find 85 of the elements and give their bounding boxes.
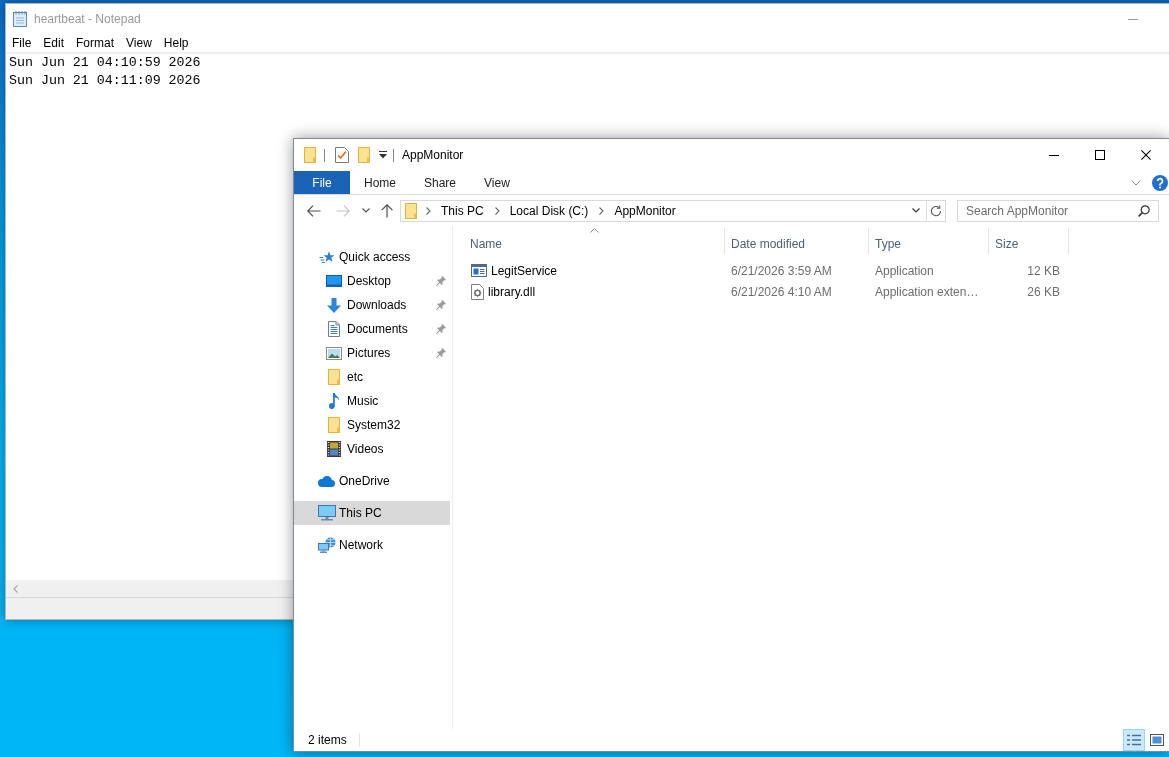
picture-icon — [326, 346, 342, 360]
nav-item[interactable]: Documents — [294, 317, 450, 341]
right-arrow-icon — [336, 204, 350, 217]
pin-icon[interactable] — [436, 276, 446, 286]
file-name[interactable]: library.dll — [488, 284, 536, 299]
ribbon-tab[interactable]: Home — [350, 171, 410, 194]
chevron-down-icon — [362, 208, 370, 213]
file-name[interactable]: LegitService — [491, 263, 558, 278]
refresh-icon — [930, 204, 942, 217]
details-view-button[interactable] — [1123, 729, 1145, 751]
address-bar[interactable]: This PC Local Disk (C:) AppMonitor — [400, 199, 946, 222]
file-type-text: Application exten… — [875, 284, 979, 299]
file-type-text: Application — [875, 263, 934, 278]
nav-item[interactable]: Quick access — [294, 245, 450, 269]
gear-document-icon — [471, 283, 484, 300]
text-editor[interactable]: Sun Jun 21 04:10:59 2026 Sun Jun 21 04:11:09 2026 — [6, 54, 1169, 138]
chevron-left-icon — [13, 584, 18, 593]
item-count: 2 items — [308, 733, 347, 747]
text-line: Sun Jun 21 04:11:09 2026 — [9, 72, 201, 90]
folder-icon — [405, 202, 417, 219]
pin-icon[interactable] — [436, 348, 446, 358]
file-menu-button[interactable]: File — [294, 171, 350, 194]
search-icon — [1138, 204, 1150, 217]
cloud-icon — [318, 475, 335, 487]
window-title: AppMonitor — [402, 148, 464, 162]
star-icon — [318, 251, 335, 263]
text-line: Sun Jun 21 04:10:59 2026 — [9, 54, 201, 72]
nav-item[interactable]: Pictures — [294, 341, 450, 365]
maximize-icon — [1095, 150, 1105, 160]
file-size-text: 26 KB — [1027, 284, 1060, 299]
help-icon[interactable] — [1152, 174, 1168, 191]
date-modified-text: 6/21/2026 4:10 AM — [731, 284, 832, 299]
application-window-icon — [471, 264, 487, 277]
file-size-text: 12 KB — [1027, 263, 1060, 278]
caret-down-icon[interactable] — [379, 151, 387, 159]
checkmark-document-icon[interactable] — [335, 147, 349, 163]
music-note-icon — [328, 393, 340, 409]
ribbon-tab[interactable]: Share — [410, 171, 471, 194]
close-icon — [1141, 150, 1151, 160]
computer-icon — [317, 505, 336, 521]
nav-item[interactable]: Network — [294, 533, 450, 557]
menu-item[interactable]: View — [120, 34, 158, 52]
up-arrow-icon — [381, 203, 393, 218]
document-icon — [328, 321, 340, 337]
download-arrow-icon — [327, 297, 341, 313]
ribbon-tab[interactable]: View — [470, 171, 524, 194]
chevron-down-icon[interactable] — [912, 208, 920, 213]
minimize-icon — [1049, 154, 1059, 156]
nav-item[interactable]: System32 — [294, 413, 450, 437]
folder-icon — [328, 369, 340, 385]
column-header[interactable]: Date modified — [725, 228, 869, 254]
column-header[interactable]: Size — [989, 228, 1069, 254]
folder-icon — [328, 417, 340, 433]
breadcrumb[interactable]: Local Disk (C:) — [507, 200, 591, 221]
notepad-icon — [13, 11, 27, 27]
nav-item[interactable]: Videos — [294, 437, 450, 461]
nav-item[interactable]: Desktop — [294, 269, 450, 293]
menu-item[interactable]: Format — [70, 34, 121, 52]
large-icons-view-icon — [1150, 734, 1164, 746]
network-icon — [317, 537, 336, 553]
chevron-right-icon[interactable] — [494, 206, 500, 215]
nav-item[interactable]: OneDrive — [294, 469, 450, 493]
minimize-icon — [1128, 18, 1138, 20]
chevron-right-icon[interactable] — [426, 206, 431, 215]
column-header[interactable]: Type — [869, 228, 989, 254]
nav-item[interactable]: This PC — [294, 501, 450, 525]
pin-icon[interactable] — [436, 324, 446, 334]
date-modified-text: 6/21/2026 3:59 AM — [731, 263, 832, 278]
column-header[interactable]: Name — [464, 228, 725, 254]
window-title: heartbeat - Notepad — [34, 12, 141, 26]
nav-item[interactable]: Downloads — [294, 293, 450, 317]
film-strip-icon — [327, 441, 341, 457]
breadcrumb[interactable]: This PC — [439, 200, 486, 221]
desktop-icon — [326, 275, 342, 287]
left-arrow-icon — [307, 204, 321, 217]
menu-item[interactable]: File — [6, 34, 38, 52]
pin-icon[interactable] — [436, 300, 446, 310]
breadcrumb[interactable]: AppMonitor — [612, 200, 678, 221]
nav-item[interactable]: etc — [294, 365, 450, 389]
nav-item[interactable]: Music — [294, 389, 450, 413]
menu-item[interactable]: Help — [157, 34, 195, 52]
chevron-right-icon[interactable] — [599, 206, 605, 215]
details-view-icon — [1127, 734, 1141, 746]
search-field[interactable]: Search AppMonitor — [957, 199, 1159, 222]
menu-item[interactable]: Edit — [37, 34, 71, 52]
